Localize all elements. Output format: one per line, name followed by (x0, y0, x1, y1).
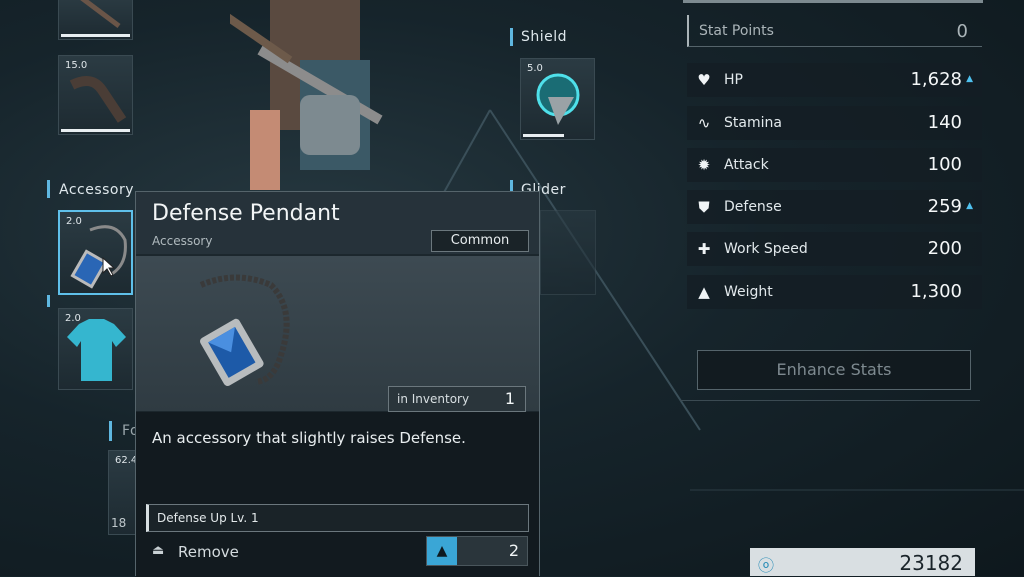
shield-item-icon (536, 73, 580, 125)
tooltip-header: Defense Pendant Accessory Common (136, 192, 539, 254)
accessory-slot[interactable]: 2.0 (58, 210, 133, 295)
stat-label: Work Speed (724, 241, 808, 257)
shield-slot[interactable]: 5.0 (520, 58, 595, 140)
heart-icon: ♥ (697, 71, 711, 89)
stat-row-stamina: ∿ Stamina 140 (687, 106, 982, 140)
stat-points-label: Stat Points (699, 23, 774, 39)
cursor-icon (102, 257, 116, 277)
enhance-stats-label: Enhance Stats (776, 360, 892, 379)
durability-bar (523, 134, 564, 137)
item-weight-box: ▲ 2 (426, 536, 528, 566)
shield-label: Shield (521, 29, 568, 45)
inventory-label: in Inventory (397, 392, 470, 406)
stat-value: 1,628 (910, 69, 962, 90)
shield-icon: ⛊ (698, 198, 710, 216)
pendant-icon (70, 225, 127, 289)
inventory-count: 1 (504, 389, 515, 408)
stat-value: 200 (927, 238, 962, 259)
stat-row-weight: ▲ Weight 1,300 (687, 275, 982, 309)
accessory-marker (47, 180, 50, 198)
shield-marker (510, 28, 513, 46)
stat-label: HP (724, 72, 743, 88)
weight-icon: ▲ (698, 283, 710, 301)
clothing-slot[interactable]: 2.0 (58, 308, 133, 390)
tooltip-description-area: An accessory that slightly raises Defens… (136, 412, 539, 577)
boost-arrow-icon: ▲ (966, 201, 973, 211)
stat-value: 100 (927, 154, 962, 175)
tool-icon (80, 0, 121, 28)
stat-row-work-speed: ✚ Work Speed 200 (687, 232, 982, 266)
item-preview: in Inventory 1 (136, 256, 539, 412)
rarity-badge: Common (431, 230, 529, 252)
stat-row-hp: ♥ HP 1,628 ▲ (687, 63, 982, 97)
currency-box: ⓞ 23182 (750, 548, 975, 576)
stat-panel-top-line (683, 0, 983, 3)
item-description: An accessory that slightly raises Defens… (152, 429, 466, 447)
rarity-label: Common (450, 233, 510, 248)
item-title: Defense Pendant (152, 201, 340, 226)
durability-bar (61, 129, 130, 132)
item-weight-count: 2 (508, 541, 519, 560)
stat-value: 1,300 (910, 281, 962, 302)
passive-skill-box: Defense Up Lv. 1 (146, 504, 529, 532)
remove-button[interactable]: ⏏ Remove (150, 540, 310, 566)
inventory-count-box: in Inventory 1 (388, 386, 526, 412)
burst-icon: ✹ (697, 156, 711, 174)
currency-icon: ⓞ (758, 556, 775, 575)
passive-skill-label: Defense Up Lv. 1 (157, 511, 259, 525)
work-icon: ✚ (697, 240, 711, 258)
axe-icon (69, 76, 127, 123)
durability-bar (61, 34, 130, 37)
currency-value: 23182 (899, 551, 963, 575)
stat-label: Stamina (724, 115, 782, 131)
stat-label: Weight (724, 284, 773, 300)
shirt-icon (67, 319, 126, 381)
item-category: Accessory (152, 234, 213, 248)
stat-row-attack: ✹ Attack 100 (687, 148, 982, 182)
panel-divider (680, 400, 980, 401)
accessory-label: Accessory (59, 182, 135, 198)
stat-points-value: 0 (956, 21, 968, 42)
stat-value: 259 (927, 196, 962, 217)
stat-value: 140 (927, 112, 962, 133)
stat-row-defense: ⛊ Defense 259 ▲ (687, 190, 982, 224)
equipment-slot-axe[interactable]: 15.0 (58, 55, 133, 135)
food-marker (109, 421, 112, 441)
remove-icon: ⏏ (152, 543, 165, 558)
equipment-slot-top[interactable] (58, 0, 133, 40)
food-slot[interactable]: 62.4 18 (108, 450, 138, 535)
player-character (230, 0, 383, 190)
weight-icon-box: ▲ (427, 537, 457, 565)
accessory-bracket (47, 295, 50, 307)
stat-label: Defense (724, 199, 782, 215)
pulse-icon: ∿ (697, 114, 711, 132)
remove-label: Remove (178, 543, 239, 561)
boost-arrow-icon: ▲ (966, 74, 973, 84)
enhance-stats-button[interactable]: Enhance Stats (697, 350, 971, 390)
stat-label: Attack (724, 157, 769, 173)
food-count: 18 (111, 516, 127, 530)
stat-points-box: Stat Points 0 (687, 15, 982, 47)
pendant-icon (199, 274, 290, 387)
item-tooltip: Defense Pendant Accessory Common in Inve… (135, 191, 540, 577)
glider-slot[interactable] (540, 210, 596, 295)
slot-weight: 62.4 (115, 455, 138, 466)
